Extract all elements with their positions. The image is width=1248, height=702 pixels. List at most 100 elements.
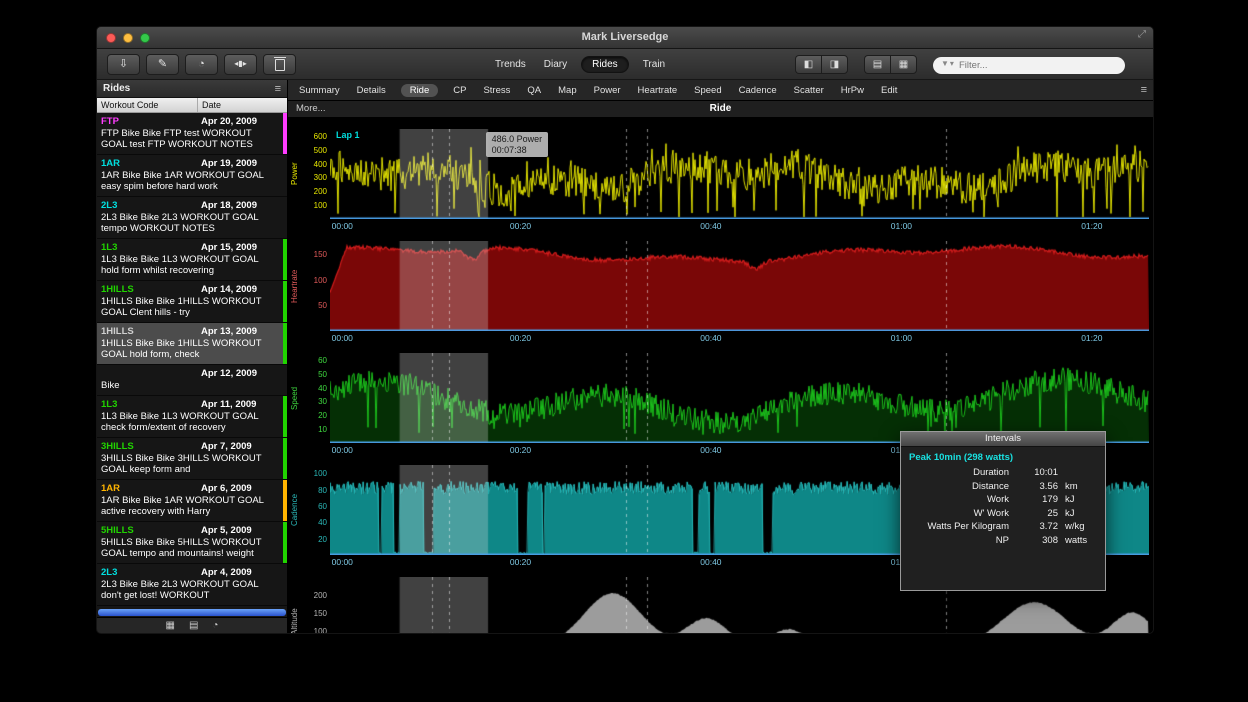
ride-color-strip <box>283 480 287 521</box>
power-chart-canvas[interactable] <box>330 129 1149 219</box>
y-tick-label: 200 <box>314 591 327 600</box>
main-menu-icon[interactable]: ≡ <box>1141 84 1147 96</box>
x-tick-label: 00:20 <box>510 221 531 231</box>
x-tick-label: 00:40 <box>700 557 721 567</box>
x-tick-label: 00:00 <box>332 445 353 455</box>
calendar-icon[interactable]: ▦ <box>166 620 175 631</box>
tab-speed[interactable]: Speed <box>692 84 723 97</box>
sidebar-menu-icon[interactable]: ≡ <box>275 83 281 95</box>
x-tick-label: 00:20 <box>510 445 531 455</box>
content: Rides ≡ Workout Code Date FTPApr 20, 200… <box>97 80 1153 633</box>
toolbar-tab-diary[interactable]: Diary <box>540 57 571 72</box>
intervals-popup-body: Peak 10min (298 watts) Duration10:01Dist… <box>901 447 1105 552</box>
clock-icon[interactable]: ◔ <box>212 620 218 631</box>
tab-heartrate[interactable]: Heartrate <box>636 84 680 97</box>
ride-list-item[interactable]: 1ARApr 19, 20091AR Bike Bike 1AR WORKOUT… <box>97 155 287 197</box>
speed-chart-canvas[interactable] <box>330 353 1149 443</box>
interval-label: Distance <box>909 480 1009 494</box>
download-button[interactable]: ⇩ <box>107 54 140 75</box>
ride-list-item[interactable]: 2L3Apr 18, 20092L3 Bike Bike 2L3 WORKOUT… <box>97 197 287 239</box>
toolbar-left-buttons: ⇩ ✎ ◔ ◂▮▸ <box>107 54 296 75</box>
stopwatch-button[interactable]: ◔ <box>185 54 218 75</box>
ride-list-item[interactable]: 5HILLSApr 5, 20095HILLS Bike Bike 5HILLS… <box>97 522 287 564</box>
ride-list-item[interactable]: 1HILLSApr 13, 20091HILLS Bike Bike 1HILL… <box>97 323 287 365</box>
delete-button[interactable] <box>263 54 296 75</box>
ride-list-item[interactable]: 1L3Apr 15, 20091L3 Bike Bike 1L3 WORKOUT… <box>97 239 287 281</box>
tab-cp[interactable]: CP <box>451 84 468 97</box>
view-rows-button[interactable]: ▤ <box>864 55 890 74</box>
maximize-button[interactable] <box>140 33 150 43</box>
x-tick-label: 01:20 <box>1081 221 1102 231</box>
fullscreen-icon[interactable]: ⤢ <box>1138 29 1146 40</box>
ride-list-item[interactable]: 3HILLSApr 7, 20093HILLS Bike Bike 3HILLS… <box>97 438 287 480</box>
ride-date: Apr 18, 2009 <box>201 200 275 211</box>
chart-plot[interactable]: Lap 1 486.0 Power00:07:38 <box>330 129 1149 219</box>
ride-code <box>101 368 201 379</box>
column-workout-code[interactable]: Workout Code <box>97 100 197 110</box>
tab-summary[interactable]: Summary <box>297 84 342 97</box>
download-icon: ⇩ <box>119 59 128 70</box>
ride-list-item[interactable]: 1ARApr 6, 20091AR Bike Bike 1AR WORKOUT … <box>97 480 287 522</box>
tab-hrpw[interactable]: HrPw <box>839 84 866 97</box>
interval-value: 308 <box>1016 534 1058 548</box>
sidebar: Rides ≡ Workout Code Date FTPApr 20, 200… <box>97 80 288 633</box>
view-grid-button[interactable]: ▦ <box>890 55 917 74</box>
ride-list-item[interactable]: 1HILLSApr 14, 20091HILLS Bike Bike 1HILL… <box>97 281 287 323</box>
tab-cadence[interactable]: Cadence <box>737 84 779 97</box>
tab-power[interactable]: Power <box>592 84 623 97</box>
filter-input[interactable] <box>933 57 1125 74</box>
ride-date: Apr 11, 2009 <box>201 399 275 410</box>
ride-color-strip <box>283 239 287 280</box>
interval-label: W' Work <box>909 507 1009 521</box>
toolbar-tab-train[interactable]: Train <box>639 57 669 72</box>
heartrate-chart-canvas[interactable] <box>330 241 1149 331</box>
toggle-panel-button[interactable]: ◨ <box>821 55 848 74</box>
y-axis-title: Speed <box>288 353 301 443</box>
chart-tooltip: 486.0 Power00:07:38 <box>486 132 549 157</box>
ride-list-item[interactable]: 2L3Apr 4, 20092L3 Bike Bike 2L3 WORKOUT … <box>97 564 287 606</box>
ride-list-item[interactable]: 1L3Apr 11, 20091L3 Bike Bike 1L3 WORKOUT… <box>97 396 287 438</box>
folder-icon[interactable]: ▤ <box>189 620 198 631</box>
sidebar-column-headers: Workout Code Date <box>97 98 287 113</box>
toolbar-tab-trends[interactable]: Trends <box>491 57 530 72</box>
chart-plot[interactable] <box>330 353 1149 443</box>
column-date[interactable]: Date <box>197 98 287 112</box>
tab-stress[interactable]: Stress <box>481 84 512 97</box>
tab-scatter[interactable]: Scatter <box>792 84 826 97</box>
close-button[interactable] <box>106 33 116 43</box>
toolbar-tab-rides[interactable]: Rides <box>581 56 629 73</box>
y-tick-label: 300 <box>314 173 327 182</box>
minimize-button[interactable] <box>123 33 133 43</box>
ride-list-item[interactable]: 1L3Apr 3, 2009 <box>97 606 287 608</box>
window-titlebar[interactable]: Mark Liversedge ⤢ <box>97 27 1153 49</box>
x-tick-label: 01:20 <box>1081 333 1102 343</box>
edit-button[interactable]: ✎ <box>146 54 179 75</box>
view-rows-icon: ▤ <box>873 59 882 70</box>
toggle-sidebar-button[interactable]: ◧ <box>795 55 821 74</box>
ride-description: 1AR Bike Bike 1AR WORKOUT GOAL active re… <box>101 495 275 517</box>
intervals-button[interactable]: ◂▮▸ <box>224 54 257 75</box>
y-tick-label: 100 <box>314 469 327 478</box>
y-axis-title: Heartrate <box>288 241 301 331</box>
ride-date: Apr 15, 2009 <box>201 242 275 253</box>
intervals-icon: ◂▮▸ <box>234 60 246 68</box>
interval-unit <box>1065 466 1097 480</box>
intervals-popup-titlebar[interactable]: Intervals <box>901 432 1105 447</box>
interval-unit: watts <box>1065 534 1097 548</box>
main-tabs-bar: Summary Details Ride CP Stress QA Map Power Hear… <box>288 80 1153 101</box>
lap-label: Lap 1 <box>336 130 360 140</box>
y-tick-label: 400 <box>314 160 327 169</box>
tab-qa[interactable]: QA <box>525 84 543 97</box>
x-tick-label: 00:20 <box>510 333 531 343</box>
ride-code: 2L3 <box>101 567 201 578</box>
sidebar-scrollbar[interactable] <box>98 609 286 616</box>
chart-plot[interactable] <box>330 241 1149 331</box>
tab-edit[interactable]: Edit <box>879 84 899 97</box>
ride-list-item[interactable]: Apr 12, 2009Bike <box>97 365 287 396</box>
toolbar-right: ◧ ◨ ▤ ▦ ▼▾ <box>795 55 1125 74</box>
tab-ride[interactable]: Ride <box>401 84 439 97</box>
interval-heading[interactable]: Peak 10min (298 watts) <box>909 452 1097 463</box>
tab-map[interactable]: Map <box>556 84 578 97</box>
tab-details[interactable]: Details <box>355 84 388 97</box>
ride-list-item[interactable]: FTPApr 20, 2009FTP Bike Bike FTP test WO… <box>97 113 287 155</box>
